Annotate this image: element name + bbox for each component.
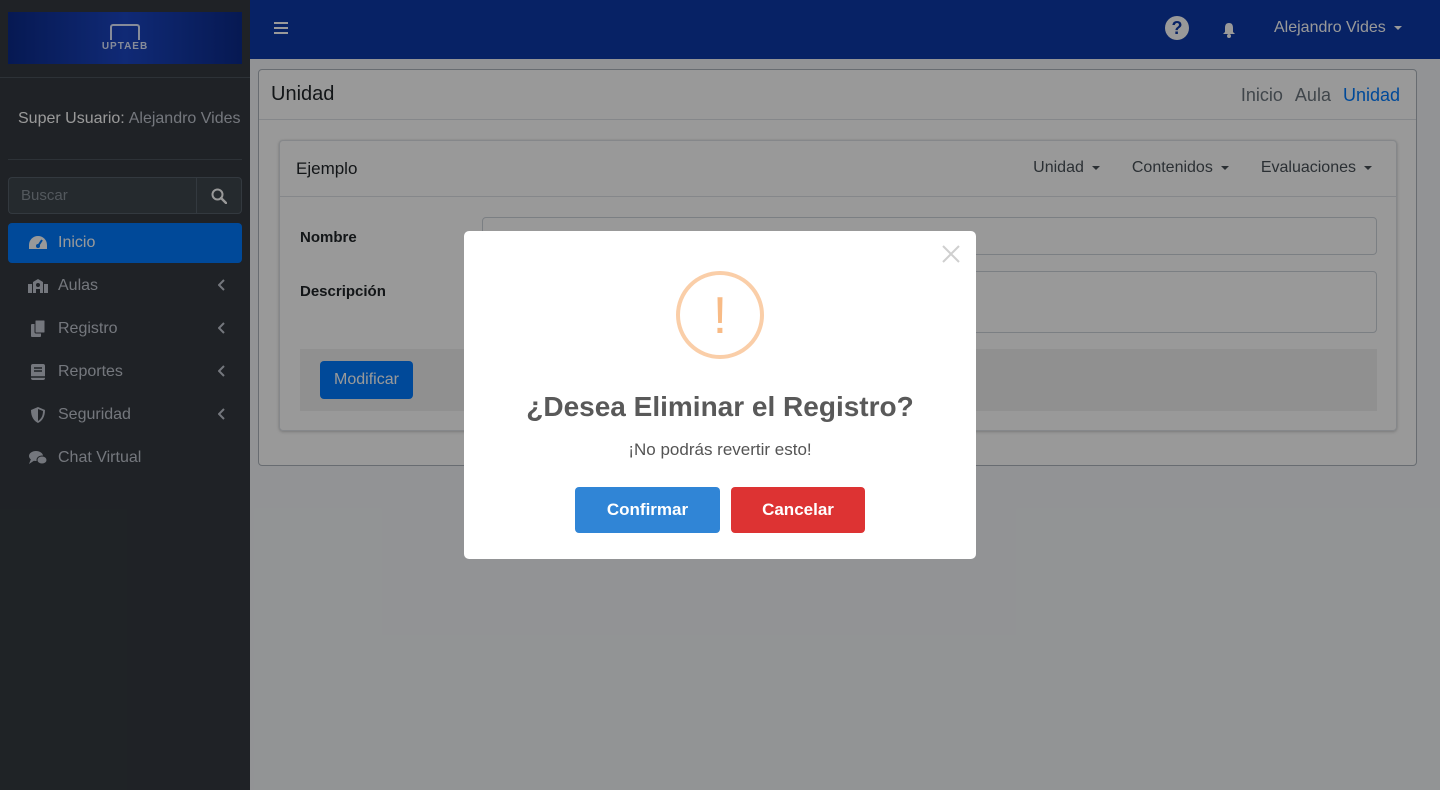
warning-icon: !: [676, 271, 764, 359]
confirm-delete-dialog: ! ¿Desea Eliminar el Registro? ¡No podrá…: [464, 231, 976, 559]
dialog-text: ¡No podrás revertir esto!: [628, 440, 812, 459]
close-icon[interactable]: [940, 243, 962, 265]
dialog-title: ¿Desea Eliminar el Registro?: [526, 391, 914, 422]
cancel-button[interactable]: Cancelar: [731, 487, 865, 533]
confirm-button[interactable]: Confirmar: [575, 487, 720, 533]
